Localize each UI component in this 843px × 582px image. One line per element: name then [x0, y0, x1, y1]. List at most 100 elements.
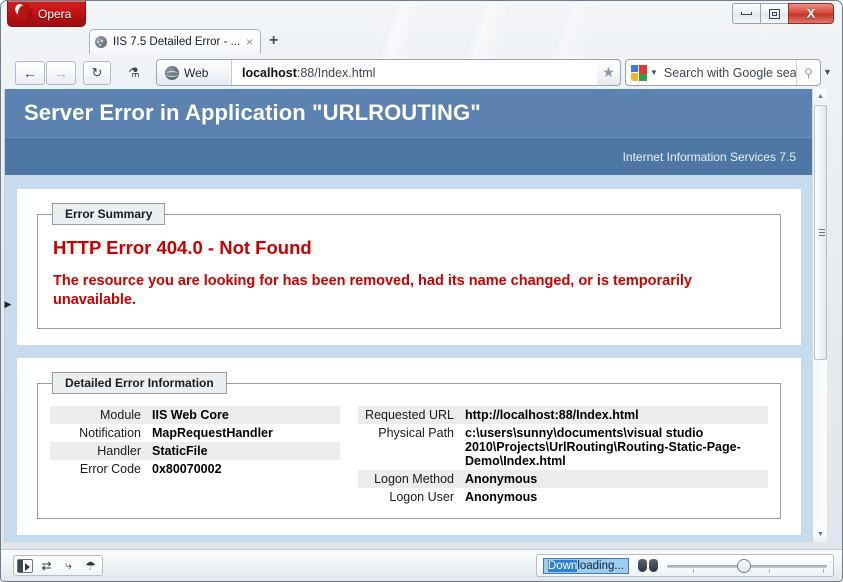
tab-iis-error[interactable]: IIS 7.5 Detailed Error - ... × [89, 29, 261, 54]
table-row: Handler StaticFile [50, 442, 340, 460]
zoom-slider-knob[interactable] [737, 558, 751, 573]
detail-key: Logon Method [358, 470, 458, 488]
scrollbar-thumb[interactable] [814, 105, 827, 360]
maximize-button[interactable] [760, 3, 789, 24]
close-button[interactable]: X [788, 3, 834, 24]
key-icon: ⚗ [128, 65, 140, 80]
minimize-button[interactable] [732, 3, 761, 24]
detail-key: Notification [79, 426, 141, 440]
page-body: Error Summary HTTP Error 404.0 - Not Fou… [5, 175, 813, 542]
detail-key: Handler [50, 442, 145, 460]
status-bar: ⇄ ⤷ ☂ Downloading... [1, 549, 842, 581]
detailed-error-fieldset: Detailed Error Information Module IIS Web… [37, 372, 781, 519]
reload-button[interactable]: ↻ [83, 61, 111, 85]
search-input[interactable]: Search with Google searc [658, 66, 796, 80]
find-binoculars-icon[interactable] [638, 559, 658, 572]
table-row: Physical Path c:\users\sunny\documents\vi… [358, 424, 768, 470]
table-row: Error Code 0x80070002 [50, 460, 340, 478]
tab-title: IIS 7.5 Detailed Error - ... [113, 36, 241, 48]
search-dropdown-icon[interactable]: ▼ [823, 67, 832, 77]
detail-left-column: Module IIS Web Core Notification MapRequest… [50, 406, 340, 506]
scrollbar-grip-icon [819, 228, 825, 237]
opera-logo-icon [13, 3, 32, 24]
page-scrollbar[interactable]: ▲ ▼ [812, 89, 827, 542]
detailed-error-legend: Detailed Error Information [52, 372, 227, 394]
scroll-up-icon[interactable]: ▲ [813, 89, 827, 104]
table-row: Module IIS Web Core [50, 406, 340, 424]
error-summary-legend: Error Summary [52, 203, 166, 225]
error-summary-fieldset: Error Summary HTTP Error 404.0 - Not Fou… [37, 203, 781, 329]
download-status[interactable]: Downloading... [542, 557, 629, 574]
table-row: Requested URL http://localhost:88/Index.h… [358, 406, 768, 424]
search-box[interactable]: ▼ Search with Google searc ⚲ [625, 59, 821, 86]
wand-password-button[interactable]: ⚗ [120, 61, 148, 85]
address-host: localhost [242, 65, 297, 80]
error-summary-panel: Error Summary HTTP Error 404.0 - Not Fou… [17, 189, 801, 345]
window-controls: X [732, 3, 834, 24]
web-scope-button[interactable]: Web [157, 60, 232, 85]
turbo-icon[interactable]: ⤷ [60, 558, 77, 574]
detail-value: http://localhost:88/Index.html [458, 406, 768, 424]
reload-icon: ↻ [91, 65, 103, 80]
address-text: localhost:88/Index.html [232, 66, 375, 80]
search-icon[interactable]: ⚲ [796, 60, 820, 85]
panels-toggle-icon[interactable] [17, 558, 33, 573]
error-message: The resource you are looking for has bee… [53, 273, 692, 308]
detail-value: 0x80070002 [152, 462, 222, 476]
detail-value: Anonymous [458, 470, 768, 488]
detail-key: Module [50, 406, 145, 424]
tab-favicon-icon [95, 36, 107, 48]
zoom-slider[interactable] [667, 558, 827, 574]
page-subheader: Internet Information Services 7.5 [5, 137, 813, 175]
bookmark-star-icon[interactable]: ★ [597, 59, 621, 86]
detail-key: Error Code [79, 462, 141, 476]
opera-menu-button[interactable]: Opera [7, 1, 86, 27]
minimize-icon [741, 12, 752, 15]
left-panel-expander[interactable]: ▶ [4, 297, 12, 311]
table-row: Logon Method Anonymous [358, 470, 768, 488]
chevron-down-icon[interactable]: ▼ [650, 68, 658, 77]
detail-right-table: Requested URL http://localhost:88/Index.h… [358, 406, 768, 506]
navigation-toolbar: ← → ↻ ⚗ Web localhost:88/Index.html ★ ▼ [1, 55, 842, 104]
opera-menu-label: Opera [38, 6, 72, 21]
download-status-selected: Down [547, 559, 578, 572]
page-header: Server Error in Application "URLROUTING" [5, 89, 813, 137]
detail-value: c:\users\sunny\documents\visual studio 2… [465, 426, 741, 468]
scroll-down-icon[interactable]: ▼ [813, 527, 827, 542]
table-row: Notification MapRequestHandler [50, 424, 340, 442]
detail-right-column: Requested URL http://localhost:88/Index.h… [358, 406, 768, 506]
sync-icon[interactable]: ⇄ [38, 558, 55, 574]
new-tab-button[interactable]: + [269, 33, 278, 49]
arrow-left-icon: ← [23, 65, 37, 81]
address-bar[interactable]: Web localhost:88/Index.html [156, 59, 616, 86]
globe-icon [165, 65, 179, 80]
forward-button[interactable]: → [46, 61, 76, 85]
iis-version-label: Internet Information Services 7.5 [622, 149, 796, 164]
address-path: :88/Index.html [296, 65, 376, 80]
detail-key: Requested URL [358, 406, 458, 424]
web-scope-label: Web [184, 65, 209, 80]
error-heading: HTTP Error 404.0 - Not Found [53, 237, 312, 258]
images-toggle-icon[interactable]: ☂ [82, 558, 99, 574]
detail-value: IIS Web Core [145, 406, 340, 424]
browser-window: Opera X IIS 7.5 Detailed Error - ... × +… [0, 0, 843, 582]
detail-key: Physical Path [378, 426, 454, 440]
detail-value: MapRequestHandler [152, 426, 273, 440]
arrow-right-icon: → [54, 65, 68, 81]
detail-value: StaticFile [145, 442, 340, 460]
status-bar-left-group: ⇄ ⤷ ☂ [13, 555, 103, 576]
detail-key: Logon User [389, 490, 454, 504]
iis-error-page: Server Error in Application "URLROUTING"… [5, 89, 813, 542]
tab-bar: IIS 7.5 Detailed Error - ... × + [1, 27, 842, 55]
page-title: Server Error in Application "URLROUTING" [24, 100, 481, 125]
back-button[interactable]: ← [15, 61, 45, 85]
detail-value: Anonymous [465, 490, 538, 504]
detail-left-table: Module IIS Web Core Notification MapRequest… [50, 406, 340, 478]
maximize-icon [769, 8, 780, 19]
detailed-error-panel: Detailed Error Information Module IIS Web… [17, 358, 801, 535]
page-viewport: Server Error in Application "URLROUTING"… [4, 89, 827, 542]
tab-close-icon[interactable]: × [244, 35, 255, 49]
status-bar-right-group: Downloading... [535, 554, 834, 577]
download-status-rest: loading... [577, 559, 624, 572]
table-row: Logon User Anonymous [358, 488, 768, 506]
